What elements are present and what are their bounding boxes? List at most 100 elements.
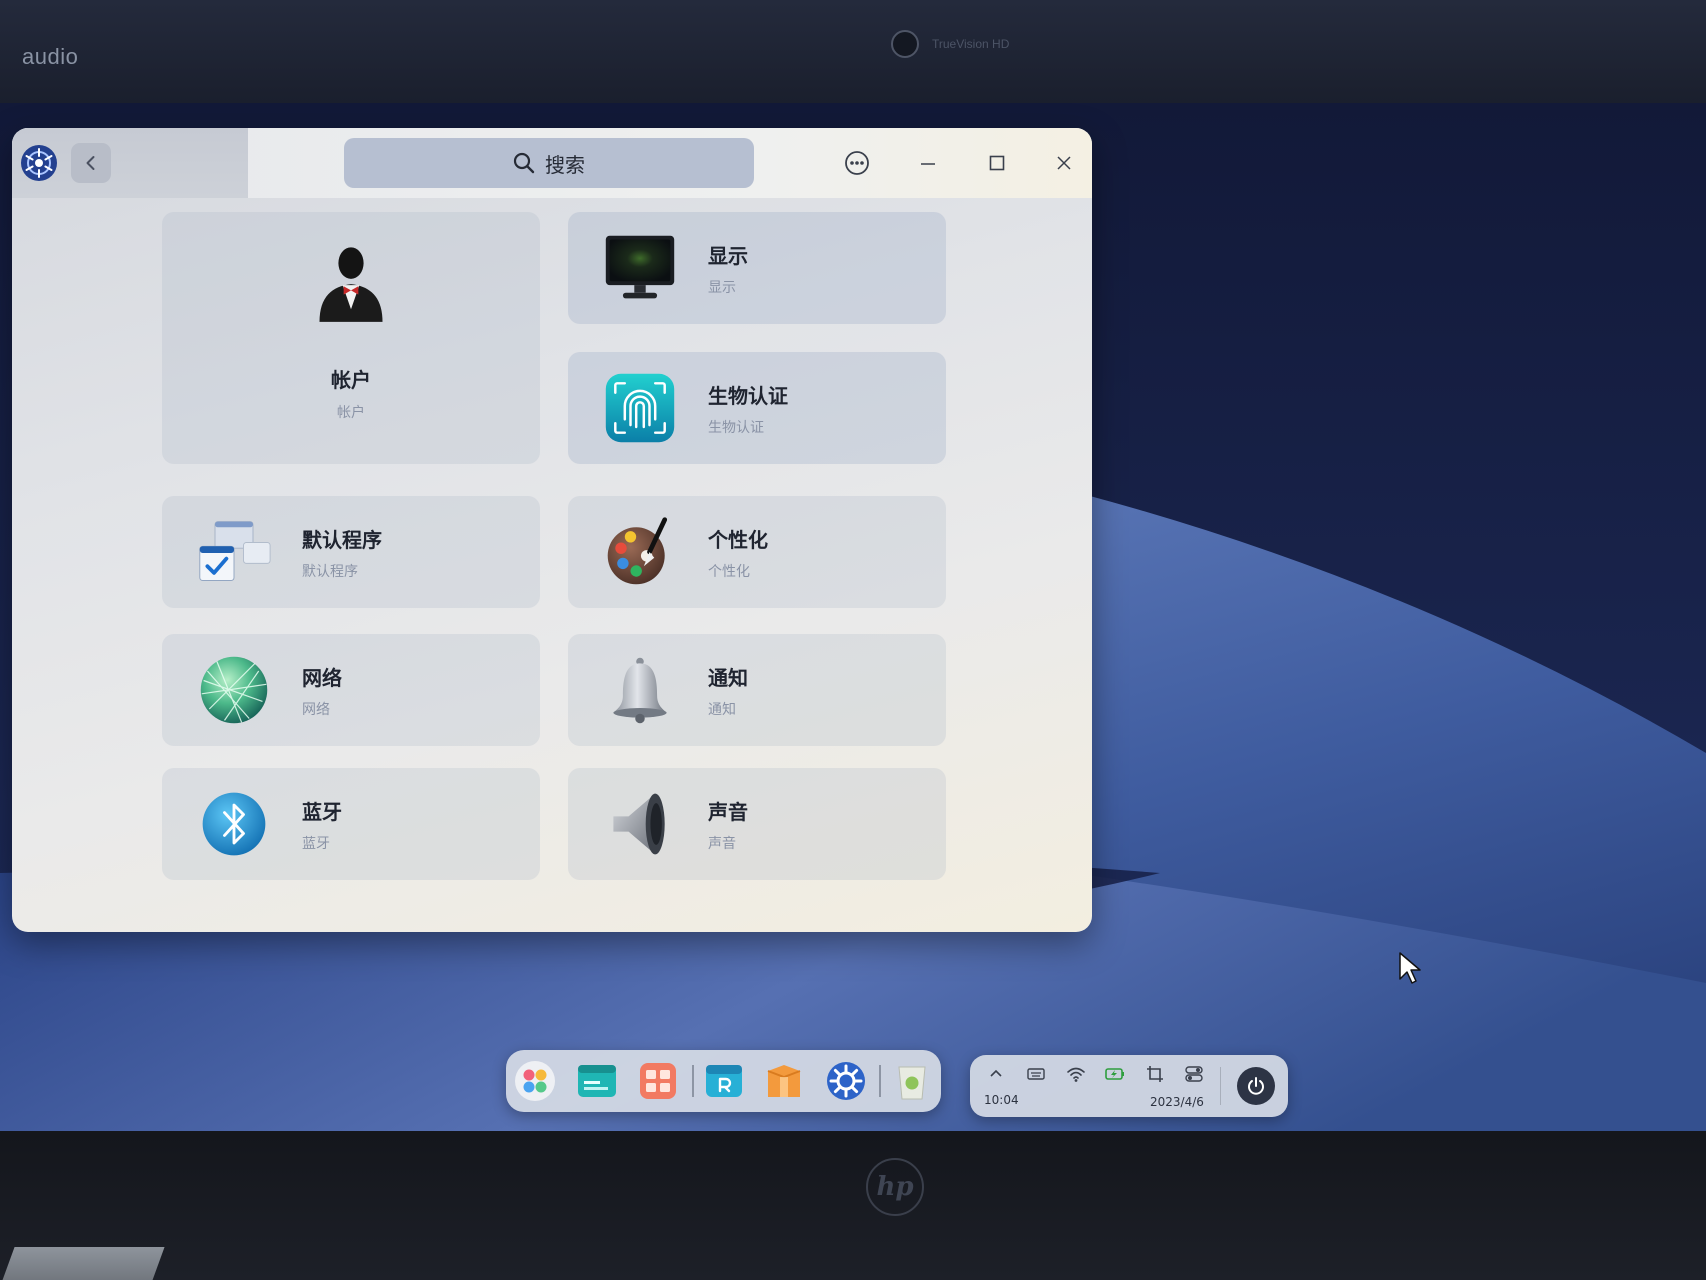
- module-card-accounts[interactable]: 帐户 帐户: [162, 212, 540, 464]
- dock-item-trash[interactable]: [890, 1059, 934, 1103]
- back-button[interactable]: [71, 143, 111, 183]
- sound-text: 声音 声音: [708, 768, 748, 880]
- top-bezel: audio TrueVision HD: [0, 0, 1706, 103]
- default-apps-icon: [199, 521, 271, 581]
- webcam-icon: [891, 30, 919, 58]
- default-apps-title: 默认程序: [302, 527, 382, 552]
- archive-icon: [767, 1065, 801, 1097]
- titlebar: 搜索: [12, 128, 1092, 198]
- search-icon: [513, 152, 535, 174]
- search-placeholder: 搜索: [545, 152, 585, 177]
- file-manager-icon: [578, 1065, 616, 1097]
- network-subtitle: 网络: [302, 701, 330, 718]
- dock-item-app-store[interactable]: [702, 1059, 746, 1103]
- close-icon: [1057, 156, 1071, 170]
- speaker-icon: [613, 793, 665, 855]
- wifi-icon: [1067, 1067, 1085, 1082]
- dock: [506, 1050, 941, 1112]
- tray-date[interactable]: 2023/4/6: [1150, 1095, 1204, 1109]
- module-card-default-apps[interactable]: 默认程序 默认程序: [162, 496, 540, 608]
- minimize-icon: [921, 163, 935, 165]
- personalization-text: 个性化 个性化: [708, 496, 768, 608]
- sound-title: 声音: [708, 799, 748, 824]
- tray-wifi-button[interactable]: [1065, 1063, 1087, 1085]
- dock-item-launcher[interactable]: [513, 1059, 557, 1103]
- bluetooth-icon: [202, 792, 266, 856]
- tray-battery-button[interactable]: [1104, 1063, 1126, 1085]
- close-button[interactable]: [1042, 141, 1086, 185]
- deepin-logo-icon: [21, 145, 57, 181]
- bottom-bezel: hp: [0, 1131, 1706, 1280]
- keyboard-icon: [1027, 1068, 1045, 1080]
- accounts-subtitle: 帐户: [337, 405, 365, 421]
- notifications-subtitle: 通知: [708, 701, 736, 718]
- keyboard-edge: [0, 1247, 165, 1280]
- maximize-icon: [989, 155, 1005, 171]
- chevron-up-icon: [990, 1069, 1002, 1077]
- monitor-icon: [605, 235, 675, 299]
- display-subtitle: 显示: [708, 279, 736, 296]
- dock-separator: [879, 1065, 881, 1097]
- module-card-network[interactable]: 网络 网络: [162, 634, 540, 746]
- biometric-text: 生物认证 生物认证: [708, 352, 788, 464]
- biometric-title: 生物认证: [708, 383, 788, 408]
- network-text: 网络 网络: [302, 634, 342, 746]
- module-card-notifications[interactable]: 通知 通知: [568, 634, 946, 746]
- user-icon: [319, 247, 383, 322]
- tray-control-toggle-button[interactable]: [1183, 1063, 1205, 1085]
- network-title: 网络: [302, 665, 342, 690]
- screenshot-icon: [1147, 1066, 1163, 1082]
- dock-item-settings[interactable]: [824, 1059, 868, 1103]
- default-apps-text: 默认程序 默认程序: [302, 496, 382, 608]
- default-apps-subtitle: 默认程序: [302, 563, 358, 580]
- dock-item-archive[interactable]: [762, 1059, 806, 1103]
- globe-icon: [200, 656, 268, 724]
- tray-keyboard-button[interactable]: [1025, 1063, 1047, 1085]
- power-icon: [1248, 1077, 1264, 1095]
- accounts-title: 帐户: [331, 368, 371, 392]
- photo-frame: audio TrueVision HD 搜索 帐户 帐户 显示 显示 生物认证 …: [0, 0, 1706, 1280]
- desktop: 搜索 帐户 帐户 显示 显示 生物认证 生物认证 默认程序 默认程序 个性化 个…: [0, 103, 1706, 1131]
- bluetooth-title: 蓝牙: [302, 799, 342, 824]
- bezel-brand-label: audio: [22, 44, 79, 69]
- trash-icon: [898, 1066, 926, 1100]
- launcher-icon: [515, 1061, 555, 1101]
- tray-separator: [1220, 1067, 1221, 1105]
- dock-item-app-grid[interactable]: [636, 1059, 680, 1103]
- palette-icon: [607, 517, 668, 585]
- tray-time[interactable]: 10:04: [984, 1093, 1019, 1107]
- mouse-cursor-icon: [1399, 952, 1421, 984]
- module-card-personalization[interactable]: 个性化 个性化: [568, 496, 946, 608]
- module-card-display[interactable]: 显示 显示: [568, 212, 946, 324]
- chevron-left-icon: [86, 156, 95, 170]
- module-card-biometric-auth[interactable]: 生物认证 生物认证: [568, 352, 946, 464]
- fingerprint-icon: [605, 373, 675, 443]
- settings-gear-icon: [827, 1062, 865, 1100]
- notifications-text: 通知 通知: [708, 634, 748, 746]
- tray-screenshot-button[interactable]: [1144, 1063, 1166, 1085]
- app-store-icon: [706, 1065, 742, 1097]
- app-grid-icon: [640, 1063, 676, 1099]
- system-tray: 10:04 2023/4/6: [970, 1055, 1288, 1117]
- toggle-icon: [1185, 1066, 1203, 1082]
- maximize-button[interactable]: [975, 141, 1019, 185]
- power-button[interactable]: [1237, 1067, 1275, 1105]
- personalization-subtitle: 个性化: [708, 563, 750, 580]
- webcam-label: TrueVision HD: [932, 37, 1010, 51]
- minimize-button[interactable]: [906, 141, 950, 185]
- bluetooth-subtitle: 蓝牙: [302, 835, 330, 852]
- module-card-sound[interactable]: 声音 声音: [568, 768, 946, 880]
- dock-item-file-manager[interactable]: [575, 1059, 619, 1103]
- tray-expand-button[interactable]: [985, 1063, 1007, 1085]
- search-field[interactable]: 搜索: [344, 138, 754, 188]
- hp-logo: hp: [866, 1158, 924, 1216]
- sound-subtitle: 声音: [708, 835, 736, 852]
- module-card-bluetooth[interactable]: 蓝牙 蓝牙: [162, 768, 540, 880]
- bell-icon: [613, 657, 667, 724]
- battery-icon: [1105, 1068, 1124, 1080]
- dock-separator: [692, 1065, 694, 1097]
- main-menu-button[interactable]: [835, 141, 879, 185]
- bluetooth-text: 蓝牙 蓝牙: [302, 768, 342, 880]
- display-text: 显示 显示: [708, 212, 748, 324]
- notifications-title: 通知: [708, 665, 748, 690]
